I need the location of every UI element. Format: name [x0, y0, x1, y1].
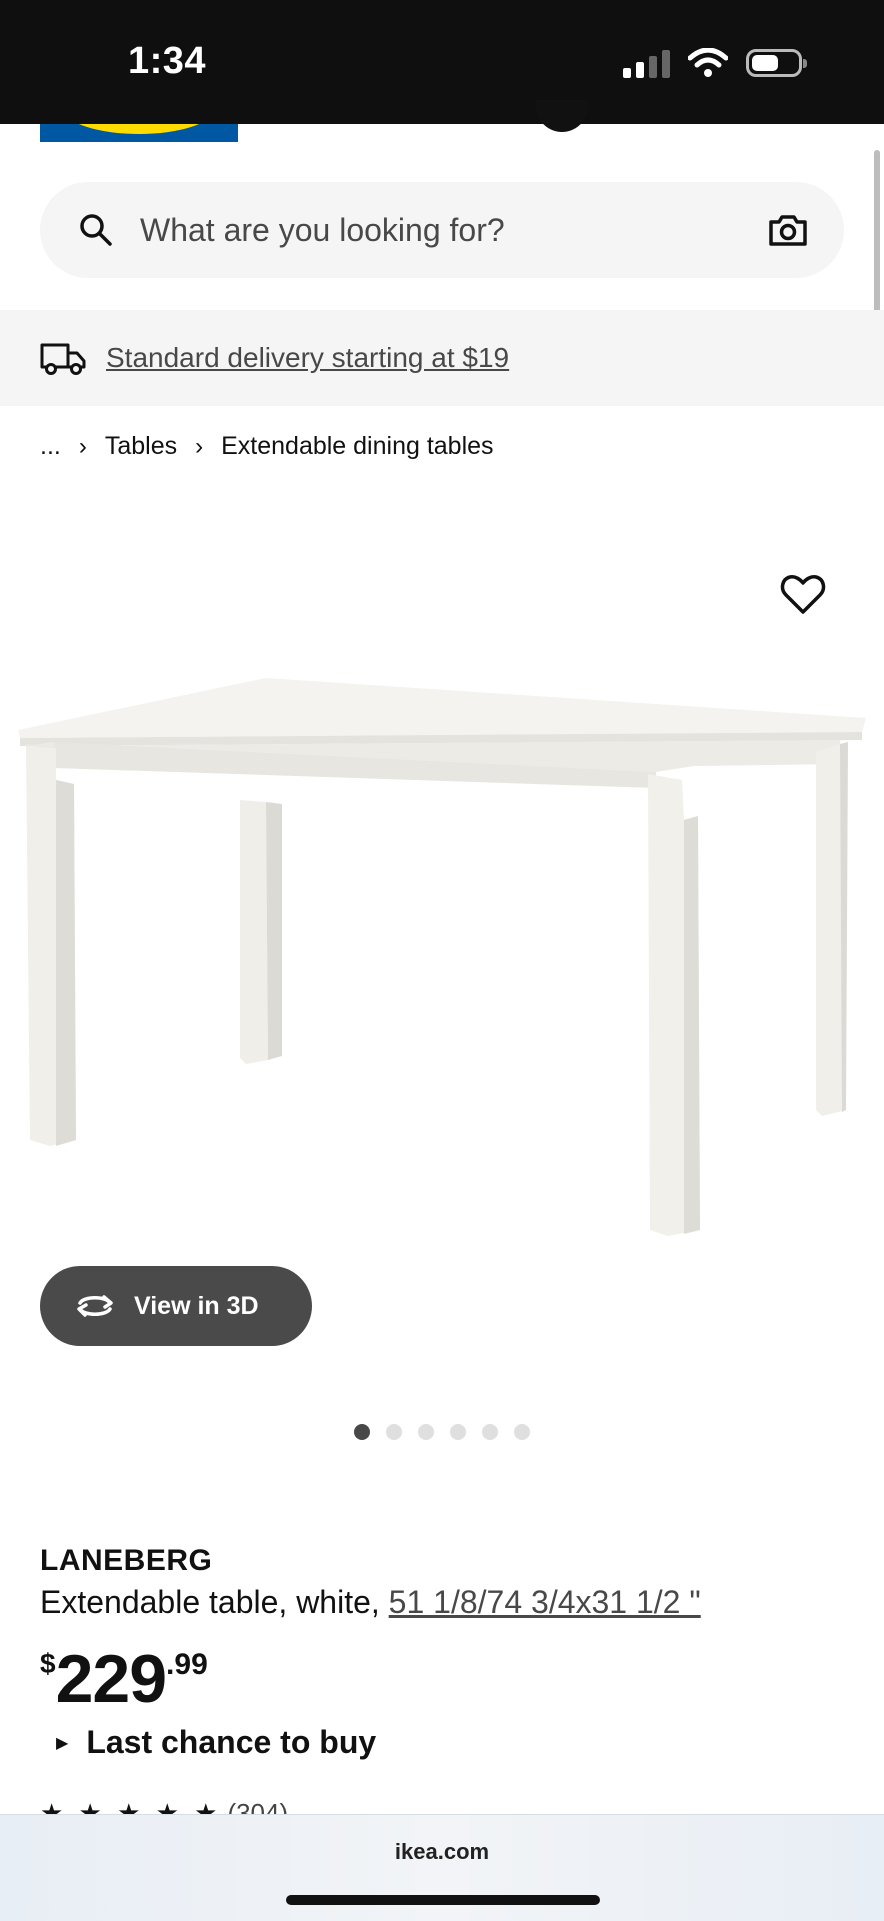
- price-currency: $: [40, 1648, 56, 1679]
- status-icons: [623, 48, 807, 78]
- availability-notice[interactable]: ▶ Last chance to buy: [56, 1724, 376, 1761]
- breadcrumb: ... › Tables › Extendable dining tables: [40, 432, 494, 461]
- breadcrumb-item-tables[interactable]: Tables: [105, 432, 177, 461]
- search-input[interactable]: [138, 210, 768, 250]
- view-in-3d-button[interactable]: View in 3D: [40, 1266, 312, 1346]
- chevron-right-icon: ›: [78, 432, 87, 460]
- status-time: 1:34: [128, 40, 207, 82]
- chevron-right-icon: ›: [195, 432, 204, 460]
- carousel-dot[interactable]: [386, 1424, 402, 1440]
- page-scrollbar[interactable]: [874, 150, 880, 336]
- image-carousel-dots: [354, 1424, 530, 1440]
- status-bar: 1:34: [0, 0, 884, 124]
- product-name: LANEBERG: [40, 1544, 213, 1577]
- delivery-truck-icon: [40, 343, 86, 375]
- carousel-dot[interactable]: [482, 1424, 498, 1440]
- heart-icon[interactable]: [780, 572, 826, 618]
- cellular-signal-icon: [623, 48, 670, 78]
- carousel-dot[interactable]: [354, 1424, 370, 1440]
- carousel-dot[interactable]: [514, 1424, 530, 1440]
- url-text[interactable]: ikea.com: [0, 1839, 884, 1865]
- view-in-3d-label: View in 3D: [134, 1291, 259, 1320]
- battery-icon: [746, 49, 807, 77]
- search-bar[interactable]: [40, 182, 844, 278]
- ikea-logo[interactable]: [40, 124, 238, 142]
- product-dimensions-link[interactable]: 51 1/8/74 3/4x31 1/2 ": [389, 1584, 701, 1620]
- home-indicator[interactable]: [286, 1895, 600, 1905]
- search-icon[interactable]: [78, 212, 114, 248]
- wifi-icon: [688, 48, 728, 77]
- caret-right-icon: ▶: [56, 1734, 69, 1752]
- delivery-link[interactable]: Standard delivery starting at $19: [106, 342, 509, 374]
- browser-address-bar[interactable]: ikea.com: [0, 1814, 884, 1921]
- carousel-dot[interactable]: [450, 1424, 466, 1440]
- delivery-banner: Standard delivery starting at $19: [0, 310, 884, 406]
- camera-icon[interactable]: [768, 213, 808, 247]
- product-image[interactable]: [0, 640, 884, 1260]
- price-dollars: 229: [55, 1641, 167, 1717]
- availability-label: Last chance to buy: [86, 1724, 377, 1760]
- price-cents: .99: [166, 1648, 208, 1681]
- breadcrumb-item-extendable-dining-tables[interactable]: Extendable dining tables: [221, 432, 493, 461]
- breadcrumb-ellipsis[interactable]: ...: [40, 432, 61, 461]
- carousel-dot[interactable]: [418, 1424, 434, 1440]
- product-price: $229.99: [40, 1640, 208, 1718]
- product-description: Extendable table, white, 51 1/8/74 3/4x3…: [40, 1584, 701, 1621]
- product-description-text: Extendable table, white,: [40, 1584, 380, 1620]
- rotate-3d-icon: [77, 1295, 113, 1317]
